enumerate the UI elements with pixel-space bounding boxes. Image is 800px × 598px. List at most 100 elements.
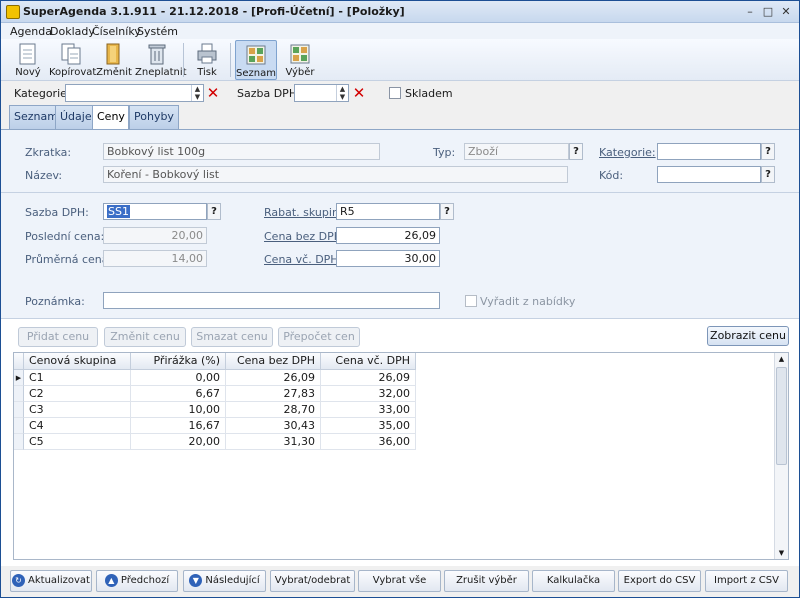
column-header-price-net[interactable]: Cena bez DPH: [226, 353, 321, 370]
refresh-button[interactable]: ↻ Aktualizovat: [10, 570, 92, 592]
sazba-field[interactable]: SS1: [103, 203, 207, 220]
clear-vat-icon[interactable]: ✕: [351, 85, 367, 101]
stock-checkbox[interactable]: [389, 87, 401, 99]
menu-agenda[interactable]: Agenda: [10, 25, 52, 38]
grid-cell[interactable]: 10,00: [131, 402, 226, 418]
grid-cell[interactable]: C4: [24, 418, 131, 434]
scroll-thumb[interactable]: [776, 367, 787, 465]
grid-cell[interactable]: 26,09: [321, 370, 416, 386]
row-indicator[interactable]: [14, 434, 24, 450]
grid-cell[interactable]: 31,30: [226, 434, 321, 450]
grid-cell[interactable]: C3: [24, 402, 131, 418]
calculator-button[interactable]: Kalkulačka: [532, 570, 615, 592]
maximize-button[interactable]: □: [760, 4, 776, 19]
new-document-icon: [19, 43, 36, 65]
select-toggle-button[interactable]: Vybrat/odebrat: [270, 570, 355, 592]
print-button[interactable]: Tisk: [189, 40, 225, 80]
category-filter-combo[interactable]: ▲ ▼: [65, 84, 204, 102]
next-button[interactable]: ▼ Následující: [183, 570, 266, 592]
typ-help-button[interactable]: ?: [569, 143, 583, 160]
menu-ciselniky[interactable]: Číselníky: [92, 25, 141, 38]
recalc-prices-button[interactable]: Přepočet cen: [278, 327, 360, 347]
tab-udaje[interactable]: Údaje: [55, 105, 97, 129]
vyradit-label: Vyřadit z nabídky: [480, 295, 576, 308]
combo-spin-icon[interactable]: ▲ ▼: [191, 85, 203, 101]
posledni-cena-field[interactable]: 20,00: [103, 227, 207, 244]
grid-cell[interactable]: 28,70: [226, 402, 321, 418]
kategorie-field[interactable]: [657, 143, 761, 160]
list-view-button[interactable]: Seznam: [235, 40, 277, 80]
delete-price-button[interactable]: Smazat cenu: [191, 327, 273, 347]
kod-help-button[interactable]: ?: [761, 166, 775, 183]
vat-filter-combo[interactable]: ▲ ▼: [294, 84, 349, 102]
cancel-selection-button[interactable]: Zrušit výběr: [444, 570, 529, 592]
change-price-button[interactable]: Změnit cenu: [104, 327, 186, 347]
close-button[interactable]: ✕: [778, 4, 794, 19]
row-indicator[interactable]: [14, 402, 24, 418]
grid-scrollbar[interactable]: ▲ ▼: [774, 353, 788, 559]
invalidate-button[interactable]: Zneplatnit: [135, 40, 187, 80]
grid-cell[interactable]: C2: [24, 386, 131, 402]
grid-cell[interactable]: 30,43: [226, 418, 321, 434]
vyradit-checkbox[interactable]: [465, 295, 477, 307]
copy-button[interactable]: Kopírovat: [49, 40, 96, 80]
rabat-help-button[interactable]: ?: [440, 203, 454, 220]
row-indicator[interactable]: [14, 418, 24, 434]
poznamka-field[interactable]: [103, 292, 440, 309]
grid-cell[interactable]: 0,00: [131, 370, 226, 386]
grid-cell[interactable]: C1: [24, 370, 131, 386]
scroll-down-icon[interactable]: ▼: [775, 547, 788, 559]
show-price-button[interactable]: Zobrazit cenu: [707, 326, 789, 346]
zkratka-field[interactable]: Bobkový list 100g: [103, 143, 380, 160]
grid-cell[interactable]: C5: [24, 434, 131, 450]
current-row-indicator-icon[interactable]: ▶: [14, 370, 24, 386]
kategorie-help-button[interactable]: ?: [761, 143, 775, 160]
clear-category-icon[interactable]: ✕: [205, 85, 221, 101]
tab-pohyby[interactable]: Pohyby: [129, 105, 179, 129]
select-all-button[interactable]: Vybrat vše: [358, 570, 441, 592]
vat-filter-label: Sazba DPH:: [237, 87, 301, 100]
scroll-up-icon[interactable]: ▲: [775, 353, 788, 365]
edit-button[interactable]: Změnit: [95, 40, 133, 80]
grid-cell[interactable]: 16,67: [131, 418, 226, 434]
column-header-price-gross[interactable]: Cena vč. DPH: [321, 353, 416, 370]
column-header-group[interactable]: Cenová skupina: [24, 353, 131, 370]
previous-button[interactable]: ▲ Předchozí: [96, 570, 178, 592]
grid-cell[interactable]: 32,00: [321, 386, 416, 402]
minimize-button[interactable]: –: [742, 4, 758, 19]
menu-system[interactable]: Systém: [137, 25, 178, 38]
row-indicator[interactable]: [14, 386, 24, 402]
cena-bez-dph-field[interactable]: 26,09: [336, 227, 440, 244]
menu-doklady[interactable]: Doklady: [50, 25, 95, 38]
rabat-field[interactable]: R5: [336, 203, 440, 220]
combo-spin-icon[interactable]: ▲ ▼: [336, 85, 348, 101]
new-button[interactable]: Nový: [9, 40, 47, 80]
nazev-field[interactable]: Koření - Bobkový list: [103, 166, 568, 183]
grid-cell[interactable]: 36,00: [321, 434, 416, 450]
import-csv-button[interactable]: Import z CSV: [705, 570, 788, 592]
tab-ceny[interactable]: Ceny: [92, 105, 129, 130]
export-csv-button[interactable]: Export do CSV: [618, 570, 701, 592]
edit-icon: [106, 43, 120, 65]
tab-bar: Seznam Údaje Ceny Pohyby: [1, 105, 799, 130]
grid-cell[interactable]: 6,67: [131, 386, 226, 402]
kod-field[interactable]: [657, 166, 761, 183]
cena-vc-dph-field[interactable]: 30,00: [336, 250, 440, 267]
grid-cell[interactable]: 35,00: [321, 418, 416, 434]
column-header-markup[interactable]: Přirážka (%): [131, 353, 226, 370]
grid-cell[interactable]: 20,00: [131, 434, 226, 450]
app-logo-icon: [6, 5, 20, 19]
poznamka-label: Poznámka:: [25, 295, 85, 308]
grid-cell[interactable]: 26,09: [226, 370, 321, 386]
grid-cell[interactable]: 33,00: [321, 402, 416, 418]
select-view-button[interactable]: Výběr: [280, 40, 320, 80]
typ-field[interactable]: Zboží: [464, 143, 569, 160]
add-price-button[interactable]: Přidat cenu: [18, 327, 98, 347]
sazba-help-button[interactable]: ?: [207, 203, 221, 220]
kategorie-label: Kategorie:: [599, 146, 656, 159]
grid-cell[interactable]: 27,83: [226, 386, 321, 402]
toolbar-separator: [183, 43, 184, 77]
prumerna-cena-field[interactable]: 14,00: [103, 250, 207, 267]
toolbar: Nový Kopírovat Změnit Zneplatnit Tisk Se…: [1, 39, 799, 81]
tab-panel: Zkratka: Bobkový list 100g Název: Koření…: [1, 129, 799, 566]
